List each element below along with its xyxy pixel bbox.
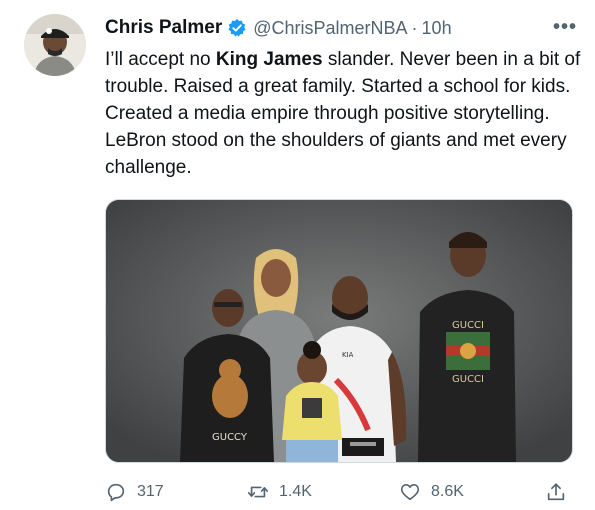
reply-button[interactable]: 317 <box>105 478 164 506</box>
shirt-right-top-text: GUCCI <box>452 320 484 331</box>
avatar-image <box>24 14 86 76</box>
avatar[interactable] <box>24 14 86 76</box>
tweet-text: I’ll accept no King James slander. Never… <box>105 46 583 181</box>
heart-icon <box>400 484 420 501</box>
tweet-text-bold: King James <box>215 49 323 70</box>
shirt-left-text: GUCCY <box>212 432 248 443</box>
like-button[interactable]: 8.6K <box>399 478 464 506</box>
author-handle[interactable]: @ChrisPalmerNBA <box>253 18 407 39</box>
share-icon <box>547 483 565 501</box>
header-separator: · <box>411 17 418 38</box>
shirt-right-bottom-text: GUCCI <box>452 374 484 385</box>
reply-icon <box>107 483 125 502</box>
reply-count: 317 <box>137 483 164 500</box>
family-photo-image: GUCCI GUCCI KIA GUCCY <box>106 200 572 462</box>
retweet-count: 1.4K <box>279 483 312 500</box>
more-options-icon[interactable]: ••• <box>553 16 577 39</box>
retweet-button[interactable]: 1.4K <box>247 478 312 506</box>
retweet-icon <box>248 486 268 498</box>
tweet-photo[interactable]: GUCCI GUCCI KIA GUCCY <box>105 199 573 463</box>
verified-badge-icon <box>227 18 247 38</box>
like-count: 8.6K <box>431 483 464 500</box>
tweet-text-start: I’ll accept no <box>105 49 216 70</box>
share-button[interactable] <box>545 478 577 506</box>
shirt-center-logo-text: KIA <box>342 351 354 359</box>
tweet-actions: 317 1.4K 8.6K <box>105 478 575 506</box>
tweet-timestamp[interactable]: 10h <box>422 18 452 39</box>
author-name[interactable]: Chris Palmer <box>105 17 222 39</box>
tweet-header: Chris Palmer @ChrisPalmerNBA · 10h ••• <box>105 14 577 42</box>
